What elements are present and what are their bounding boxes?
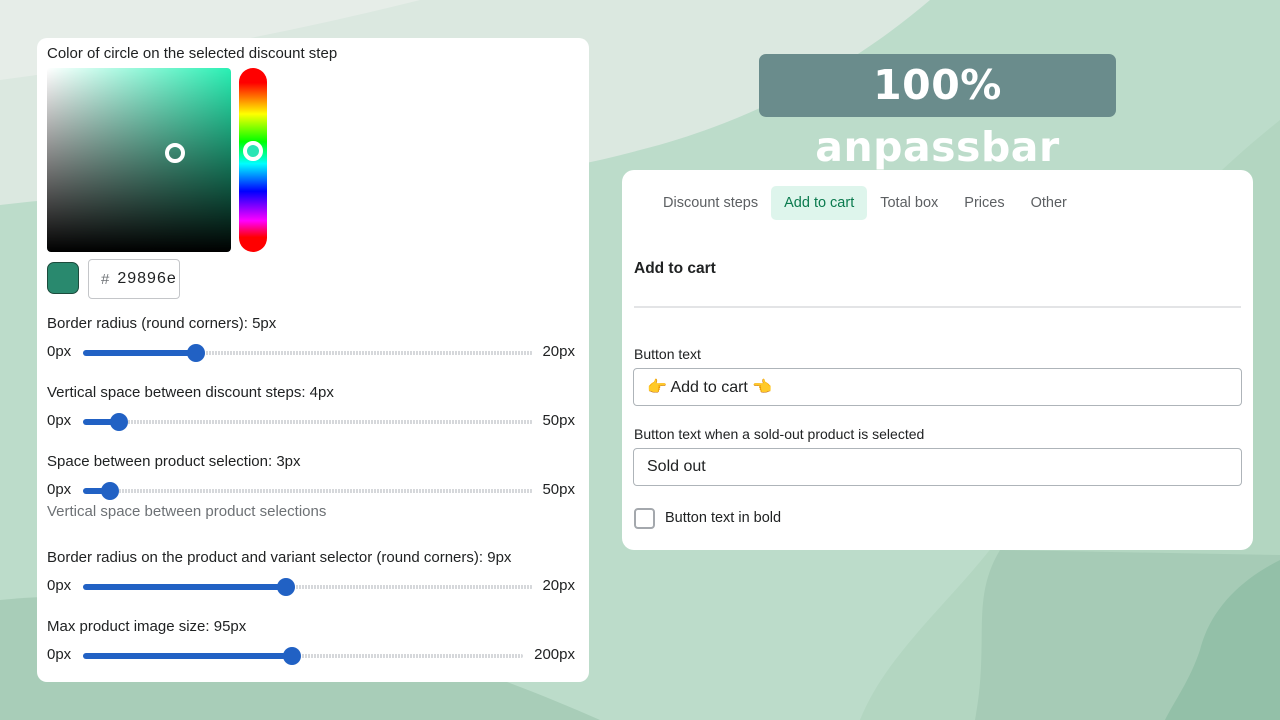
button-text-input[interactable]: 👉 Add to cart 👈 xyxy=(633,368,1242,406)
sold-out-text-input[interactable]: Sold out xyxy=(633,448,1242,486)
bold-text-checkbox[interactable] xyxy=(634,508,655,529)
hex-row: # 29896e xyxy=(47,259,579,301)
color-picker xyxy=(47,68,579,253)
slider-vertical-space-discount-steps: Vertical space between discount steps: 4… xyxy=(47,382,579,451)
slider-label: Vertical space between discount steps: 4… xyxy=(47,384,334,401)
tab-add-to-cart[interactable]: Add to cart xyxy=(771,186,868,220)
saturation-value-handle[interactable] xyxy=(165,143,185,163)
button-text-label: Button text xyxy=(634,346,701,362)
slider-fill xyxy=(83,350,196,356)
sold-out-text-label: Button text when a sold-out product is s… xyxy=(634,426,925,442)
slider-min-label: 0px xyxy=(47,343,72,360)
divider xyxy=(634,306,1241,308)
hue-slider[interactable] xyxy=(239,68,267,252)
slider-track[interactable] xyxy=(83,413,533,431)
hex-input[interactable]: # 29896e xyxy=(88,259,180,299)
slider-help-text: Vertical space between product selection… xyxy=(47,503,327,520)
slider-min-label: 0px xyxy=(47,412,72,429)
slider-max-label: 20px xyxy=(542,343,575,360)
slider-thumb[interactable] xyxy=(283,647,301,665)
customizable-badge: 100% anpassbar xyxy=(759,54,1116,171)
slider-thumb[interactable] xyxy=(186,344,205,362)
slider-track[interactable] xyxy=(83,482,533,500)
hue-handle[interactable] xyxy=(243,141,263,161)
tab-prices[interactable]: Prices xyxy=(951,186,1017,220)
section-title: Add to cart xyxy=(634,260,716,277)
slider-selector-border-radius: Border radius on the product and variant… xyxy=(47,547,579,616)
slider-thumb[interactable] xyxy=(101,482,119,500)
tab-other[interactable]: Other xyxy=(1018,186,1080,220)
color-swatch xyxy=(47,262,79,294)
slider-fill xyxy=(83,584,286,590)
slider-min-label: 0px xyxy=(47,646,72,663)
slider-max-label: 200px xyxy=(534,646,575,663)
slider-min-label: 0px xyxy=(47,577,72,594)
slider-max-label: 50px xyxy=(542,412,575,429)
slider-list: Border radius (round corners): 5px 0px 2… xyxy=(47,313,579,685)
slider-label: Max product image size: 95px xyxy=(47,618,247,635)
slider-min-label: 0px xyxy=(47,481,72,498)
bold-text-checkbox-label[interactable]: Button text in bold xyxy=(665,510,781,526)
hex-value[interactable]: 29896e xyxy=(117,270,176,288)
add-to-cart-settings-panel: Discount steps Add to cart Total box Pri… xyxy=(622,170,1253,550)
slider-track[interactable] xyxy=(83,647,523,665)
tab-discount-steps[interactable]: Discount steps xyxy=(650,186,771,220)
slider-label: Border radius (round corners): 5px xyxy=(47,315,277,332)
hash-prefix: # xyxy=(101,270,110,288)
slider-max-image-size: Max product image size: 95px 0px 200px xyxy=(47,616,579,685)
slider-max-label: 50px xyxy=(542,481,575,498)
slider-thumb[interactable] xyxy=(276,578,295,596)
slider-label: Border radius on the product and variant… xyxy=(47,549,512,566)
slider-label: Space between product selection: 3px xyxy=(47,453,301,470)
slider-border-radius: Border radius (round corners): 5px 0px 2… xyxy=(47,313,579,382)
slider-space-product-selection: Space between product selection: 3px 0px… xyxy=(47,451,579,547)
slider-track[interactable] xyxy=(83,578,533,596)
slider-max-label: 20px xyxy=(542,577,575,594)
slider-fill xyxy=(83,653,292,659)
color-picker-title: Color of circle on the selected discount… xyxy=(47,45,338,62)
slider-thumb[interactable] xyxy=(110,413,128,431)
settings-tabs: Discount steps Add to cart Total box Pri… xyxy=(650,186,1080,220)
design-settings-panel: Color of circle on the selected discount… xyxy=(37,38,589,682)
slider-track[interactable] xyxy=(83,344,533,362)
saturation-value-area[interactable] xyxy=(47,68,231,252)
tab-total-box[interactable]: Total box xyxy=(867,186,951,220)
